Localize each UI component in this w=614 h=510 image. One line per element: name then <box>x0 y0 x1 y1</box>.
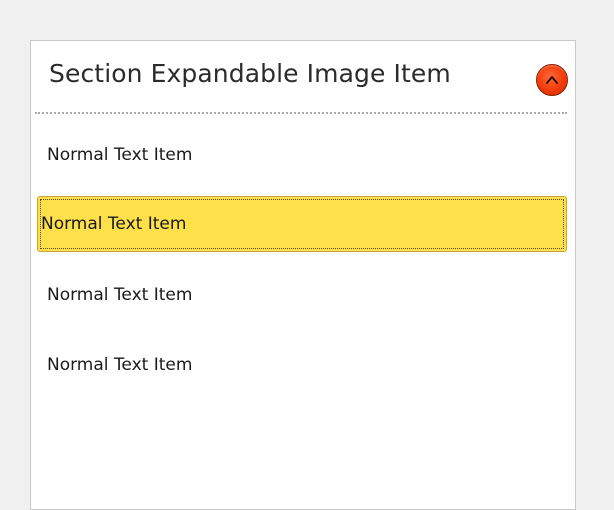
list-item-label: Normal Text Item <box>47 145 193 165</box>
expandable-section-panel: Section Expandable Image Item Normal Tex… <box>30 40 576 510</box>
collapse-section-button[interactable] <box>536 64 568 96</box>
list-item[interactable]: Normal Text Item <box>37 337 567 393</box>
section-header[interactable]: Section Expandable Image Item <box>31 41 575 113</box>
list-item-label: Normal Text Item <box>47 285 193 305</box>
list-item-label: Normal Text Item <box>47 355 193 375</box>
list-item[interactable]: Normal Text Item <box>37 267 567 323</box>
section-title: Section Expandable Image Item <box>49 59 451 88</box>
list-item[interactable]: Normal Text Item <box>37 127 567 183</box>
list-item-label: Normal Text Item <box>41 214 187 234</box>
chevron-up-icon <box>546 76 558 84</box>
header-divider <box>35 112 567 114</box>
list-item-selected[interactable]: Normal Text Item <box>37 196 567 252</box>
